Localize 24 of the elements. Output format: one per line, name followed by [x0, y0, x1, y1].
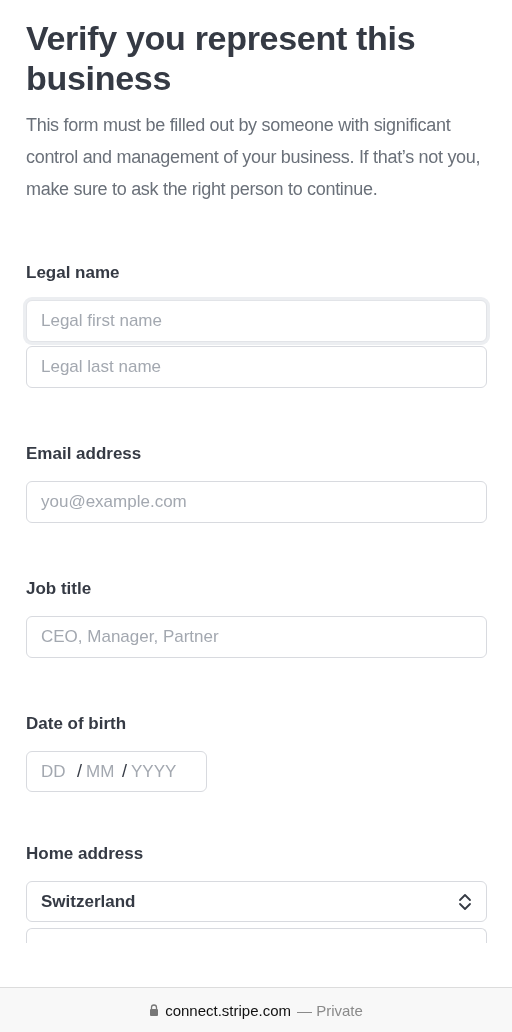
- text-field[interactable]: Legal first name: [26, 300, 487, 342]
- chevron-up-down-icon: [458, 891, 472, 912]
- lock-icon: [149, 1004, 160, 1016]
- private-label: — Private: [297, 1001, 363, 1019]
- date-separator: /: [122, 761, 128, 782]
- field-label: Legal name: [26, 263, 121, 283]
- date-part-input[interactable]: DD: [41, 761, 73, 782]
- field-label: Job title: [26, 579, 93, 599]
- date-field[interactable]: DD / MM / YYYY: [26, 751, 207, 792]
- field-label: Home address: [26, 844, 145, 864]
- field-label: Email address: [26, 444, 143, 464]
- text-field[interactable]: CEO, Manager, Partner: [26, 616, 487, 658]
- date-part-input[interactable]: MM: [86, 761, 118, 782]
- date-separator: /: [77, 761, 82, 782]
- text-field[interactable]: Legal last name: [26, 346, 487, 388]
- country-select[interactable]: Switzerland: [26, 881, 487, 922]
- field-label: Date of birth: [26, 714, 128, 734]
- page-title: Verify you represent this business: [26, 18, 417, 98]
- browser-address-bar[interactable]: connect.stripe.com — Private: [0, 987, 512, 1032]
- date-part-input[interactable]: YYYY: [131, 761, 192, 782]
- text-field[interactable]: [26, 928, 487, 943]
- text-field[interactable]: you@example.com: [26, 481, 487, 523]
- intro-text: This form must be filled out by someone with significant control and management of your business. If that’s not you, make sure to ask the right person to continue.: [26, 114, 482, 201]
- url-text: connect.stripe.com: [165, 1001, 291, 1019]
